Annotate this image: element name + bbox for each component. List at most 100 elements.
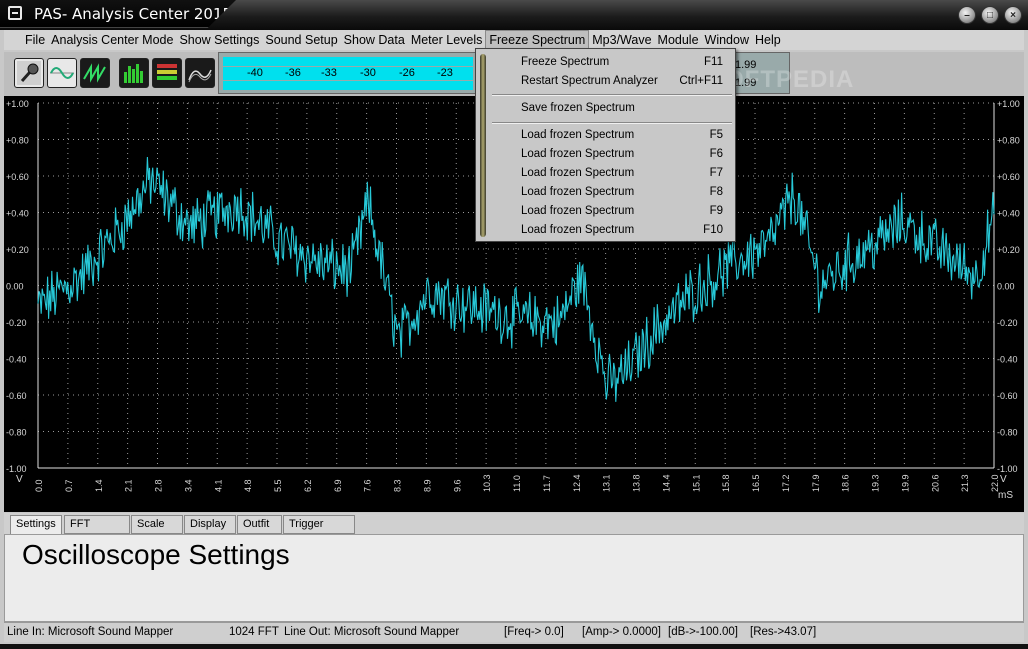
menu-side-strip	[480, 54, 486, 237]
menu-item-shortcut: F6	[709, 148, 723, 160]
menu-item-save-frozen-spectrum[interactable]: Save frozen Spectrum	[521, 99, 727, 118]
x-tick-label: 13.8	[632, 474, 642, 492]
menu-item-load-frozen-f8[interactable]: Load frozen Spectrum F8	[521, 183, 727, 202]
x-tick-label: 6.2	[303, 479, 313, 492]
menu-item-load-frozen-f5[interactable]: Load frozen Spectrum F5	[521, 126, 727, 145]
microphone-button[interactable]	[14, 58, 44, 88]
x-tick-label: 9.6	[452, 479, 462, 492]
x-tick-label: 15.1	[691, 474, 701, 492]
tab-trigger-mode[interactable]: Trigger Mode	[283, 515, 355, 547]
menu-item-load-frozen-f10[interactable]: Load frozen Spectrum F10	[521, 221, 727, 240]
meter-scale: -40 -36 -33 -30 -26 -23	[223, 67, 473, 80]
close-button[interactable]: ×	[1004, 6, 1022, 24]
x-tick-label: 17.2	[781, 474, 791, 492]
menu-show-data[interactable]: Show Data	[341, 30, 408, 50]
status-db: [dB->-100.00]	[668, 626, 739, 638]
x-tick-label: 12.4	[572, 474, 582, 492]
minimize-button[interactable]: –	[958, 6, 976, 24]
sine-wave-icon	[50, 67, 74, 79]
x-tick-label: 20.6	[930, 474, 940, 492]
meter-bar-right	[223, 81, 473, 90]
menu-item-shortcut: F11	[704, 56, 723, 68]
y-tick-label: +0.60	[6, 172, 29, 182]
tab-fft-length[interactable]: FFT Length	[64, 515, 130, 547]
x-tick-label: 19.9	[900, 474, 910, 492]
menu-freeze-spectrum[interactable]: Freeze Spectrum	[485, 30, 590, 50]
maximize-button[interactable]: □	[981, 6, 999, 24]
settings-panel: Oscilloscope Settings	[4, 534, 1024, 622]
microphone-icon	[17, 61, 41, 85]
meter-scale-label: -36	[285, 67, 301, 79]
y-unit-label: V	[16, 474, 23, 485]
app-logo-icon	[8, 6, 22, 20]
y-unit-label-right: V	[1000, 474, 1007, 485]
tab-outfit[interactable]: Outfit	[237, 515, 282, 534]
x-unit-label: mS	[998, 490, 1013, 501]
sawtooth-wave-button[interactable]	[80, 58, 110, 88]
spectrum-bars-button[interactable]	[119, 58, 149, 88]
menu-help[interactable]: Help	[752, 30, 784, 50]
x-tick-label: 10.3	[482, 474, 492, 492]
panel-heading: Oscilloscope Settings	[22, 539, 290, 570]
y-tick-label: -0.40	[6, 355, 27, 365]
x-tick-label: 11.7	[542, 475, 552, 492]
x-tick-label: 4.8	[243, 479, 253, 492]
x-tick-label: 0.0	[34, 479, 44, 492]
menu-item-label: Load frozen Spectrum	[521, 167, 635, 179]
menu-mp3-wave[interactable]: Mp3/Wave	[589, 30, 654, 50]
y-tick-label-right: +0.60	[997, 172, 1020, 182]
tab-settings[interactable]: Settings	[10, 515, 62, 536]
y-tick-label-right: +0.20	[997, 245, 1020, 255]
title-bar[interactable]: PAS- Analysis Center 2015 – □ ×	[0, 0, 1028, 30]
menu-item-freeze-spectrum[interactable]: Freeze Spectrum F11	[521, 53, 727, 72]
x-tick-label: 6.9	[333, 479, 343, 492]
x-tick-label: 8.9	[422, 479, 432, 492]
y-tick-label: +1.00	[6, 99, 29, 109]
meter-scale-label: -26	[399, 67, 415, 79]
menu-file[interactable]: File	[22, 30, 48, 50]
window-frame-bottom	[0, 644, 1028, 649]
tab-display[interactable]: Display	[184, 515, 236, 534]
menu-item-label: Load frozen Spectrum	[521, 129, 635, 141]
level-meter: -40 -36 -33 -30 -26 -23	[218, 52, 476, 94]
y-tick-label: +0.80	[6, 136, 29, 146]
menu-analysis-center-mode[interactable]: Analysis Center Mode	[48, 30, 176, 50]
menu-item-label: Load frozen Spectrum	[521, 186, 635, 198]
menu-item-shortcut: F8	[709, 186, 723, 198]
menu-item-load-frozen-f6[interactable]: Load frozen Spectrum F6	[521, 145, 727, 164]
status-res: [Res->43.07]	[750, 626, 817, 638]
y-tick-label: -0.80	[6, 428, 27, 438]
y-tick-label-right: -0.20	[997, 318, 1018, 328]
y-tick-label-right: +1.00	[997, 99, 1020, 109]
menu-window[interactable]: Window	[702, 30, 752, 50]
y-tick-label: -1.00	[6, 464, 27, 474]
menu-meter-levels[interactable]: Meter Levels	[408, 30, 486, 50]
sine-wave-button[interactable]	[47, 58, 77, 88]
x-tick-label: 21.3	[960, 474, 970, 492]
tab-scale[interactable]: Scale	[131, 515, 183, 534]
menu-show-settings[interactable]: Show Settings	[176, 30, 262, 50]
y-tick-label: 0.00	[6, 282, 24, 292]
menu-item-restart-spectrum-analyzer[interactable]: Restart Spectrum Analyzer Ctrl+F11	[521, 72, 727, 91]
menu-item-shortcut: F7	[709, 167, 723, 179]
menu-item-label: Save frozen Spectrum	[521, 102, 635, 114]
level-meter-button[interactable]	[152, 58, 182, 88]
meter-scale-label: -23	[437, 67, 453, 79]
menu-module[interactable]: Module	[655, 30, 702, 50]
x-tick-label: 3.4	[183, 479, 193, 492]
meter-scale-label: -40	[247, 67, 263, 79]
level-meter-icon	[157, 64, 177, 80]
menu-item-load-frozen-f9[interactable]: Load frozen Spectrum F9	[521, 202, 727, 221]
y-tick-label-right: -0.80	[997, 428, 1018, 438]
y-tick-label-right: -1.00	[997, 464, 1018, 474]
x-tick-label: 11.0	[512, 475, 522, 492]
status-fft: 1024 FFT	[229, 626, 279, 638]
x-tick-label: 1.4	[94, 479, 104, 492]
waterfall-button[interactable]	[185, 58, 215, 88]
x-tick-label: 18.6	[841, 474, 851, 492]
menu-sound-setup[interactable]: Sound Setup	[262, 30, 340, 50]
y-tick-label: +0.40	[6, 209, 29, 219]
x-tick-label: 4.1	[213, 479, 223, 492]
menu-item-load-frozen-f7[interactable]: Load frozen Spectrum F7	[521, 164, 727, 183]
y-tick-label-right: 0.00	[997, 282, 1015, 292]
